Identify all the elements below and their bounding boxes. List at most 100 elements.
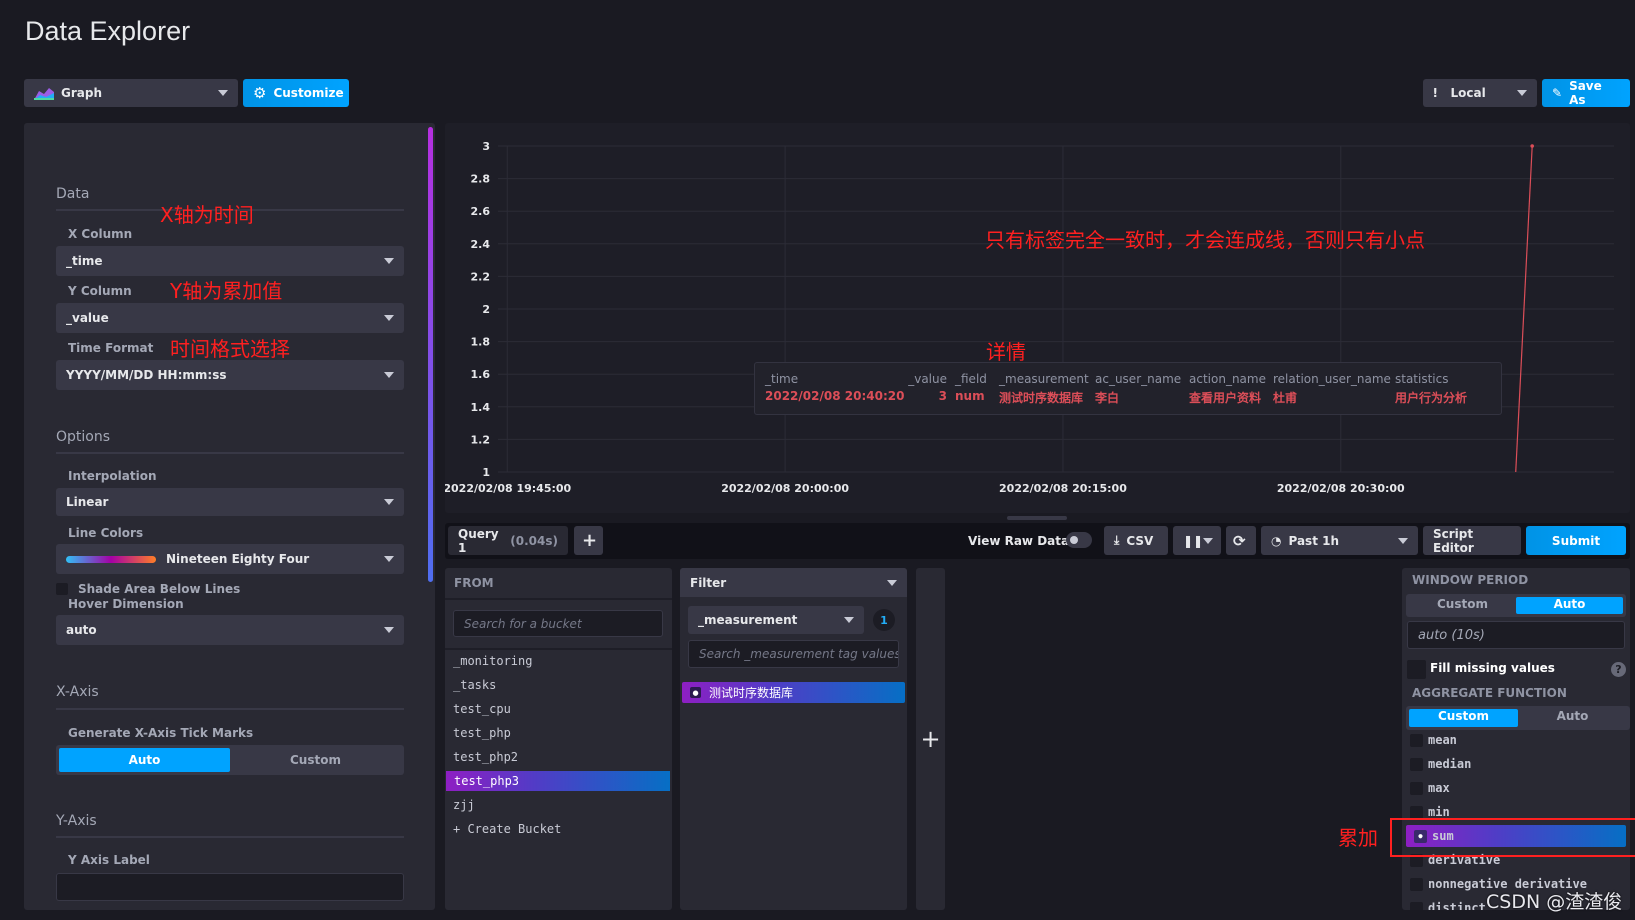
tooltip-header: _measurement (999, 372, 1089, 386)
window-period-input[interactable]: auto (10s) (1407, 621, 1625, 649)
timezone-dropdown[interactable]: ǃ Local (1423, 79, 1537, 107)
resize-handle[interactable] (1007, 516, 1067, 520)
time-range-label: Past 1h (1288, 533, 1340, 548)
refresh-button[interactable]: ⟳ (1226, 526, 1256, 555)
chevron-down-icon (384, 627, 394, 633)
bucket-item[interactable]: test_php (453, 726, 511, 740)
line-colors-dropdown[interactable]: Nineteen Eighty Four (56, 544, 404, 574)
plus-icon: + (920, 725, 941, 753)
annotation-line-note: 只有标签完全一致时，才会连成线，否则只有小点 (985, 228, 1425, 252)
tick-custom-button[interactable]: Custom (230, 748, 401, 772)
aggregate-function-item[interactable]: median (1402, 753, 1630, 775)
graph-panel: 1 1.2 1.4 1.6 1.8 2 2.2 2.4 2.6 2.8 3 2022/02/08 19… (445, 123, 1630, 520)
filter-type-dropdown[interactable]: Filter (680, 568, 907, 597)
view-type-dropdown[interactable]: Graph (24, 79, 238, 107)
y-tick-label: 1.4 (471, 401, 491, 414)
window-custom-button[interactable]: Custom (1409, 597, 1516, 614)
checkbox[interactable] (1410, 782, 1423, 795)
tooltip-column: _value 3 (905, 372, 955, 406)
watermark: CSDN @渣渣俊 (1486, 891, 1623, 913)
submit-button[interactable]: Submit (1526, 526, 1626, 555)
pause-button[interactable]: ❚❚ (1173, 526, 1221, 555)
checkbox[interactable] (1410, 878, 1423, 891)
aggregate-panel: WINDOW PERIOD Custom Auto auto (10s) Fil… (1402, 568, 1630, 910)
csv-label: CSV (1126, 533, 1154, 548)
aggregate-custom-button[interactable]: Custom (1409, 709, 1518, 727)
aggregate-auto-button[interactable]: Auto (1518, 709, 1627, 727)
tooltip-column: relation_user_name 杜甫 (1273, 372, 1395, 406)
x-axis-heading: X-Axis (56, 684, 99, 700)
pause-icon: ❚❚ (1183, 533, 1204, 548)
line-colors-value: Nineteen Eighty Four (166, 552, 310, 566)
chevron-down-icon (1203, 537, 1213, 544)
annotation-y-axis: Y轴为累加值 (170, 279, 283, 303)
highlight-box (1390, 818, 1635, 857)
script-editor-button[interactable]: Script Editor (1423, 526, 1521, 555)
x-tick-label: 2022/02/08 20:00:00 (721, 482, 849, 495)
tooltip-value: 2022/02/08 20:40:20 (765, 389, 905, 403)
customize-button[interactable]: ⚙ Customize (243, 79, 349, 107)
window-auto-button[interactable]: Auto (1516, 597, 1623, 614)
graph-icon (34, 88, 54, 100)
x-column-dropdown[interactable]: _time (56, 246, 404, 276)
time-format-dropdown[interactable]: YYYY/MM/DD HH:mm:ss (56, 360, 404, 390)
save-as-button[interactable]: ✎ Save As (1542, 79, 1630, 107)
checkbox[interactable] (1410, 734, 1423, 747)
tooltip-value: 用户行为分析 (1395, 391, 1468, 405)
aggregate-function-label: median (1428, 757, 1472, 771)
bucket-item[interactable]: test_php3 (446, 771, 670, 791)
bucket-item[interactable]: zjj (453, 798, 475, 812)
save-as-label: Save As (1569, 79, 1602, 107)
shade-checkbox[interactable] (56, 583, 68, 595)
csv-button[interactable]: ⤓ CSV (1104, 526, 1168, 555)
bucket-item[interactable]: test_php2 (453, 750, 518, 764)
tooltip-value: 杜甫 (1273, 391, 1298, 405)
time-format-value: YYYY/MM/DD HH:mm:ss (66, 368, 227, 382)
create-bucket-link[interactable]: + Create Bucket (453, 822, 561, 836)
bucket-item[interactable]: _monitoring (453, 654, 532, 668)
series-line (1515, 145, 1533, 472)
submit-label: Submit (1551, 533, 1601, 548)
scrollbar[interactable] (428, 127, 433, 582)
tooltip-value: 李白 (1095, 391, 1120, 405)
chevron-down-icon (1398, 537, 1408, 544)
query-tab[interactable]: Query 1 (0.04s) (448, 526, 568, 555)
aggregate-function-item[interactable]: mean (1402, 729, 1630, 751)
filter-key-dropdown[interactable]: _measurement (688, 606, 864, 634)
data-heading: Data (56, 186, 90, 202)
annotation-x-axis: X轴为时间 (160, 203, 254, 227)
checkbox[interactable] (1410, 902, 1423, 910)
aggregate-function-item[interactable]: max (1402, 777, 1630, 799)
hover-dimension-dropdown[interactable]: auto (56, 615, 404, 645)
fill-missing-checkbox[interactable] (1407, 660, 1426, 679)
checkbox-checked[interactable]: ● (690, 687, 701, 698)
help-icon[interactable]: ? (1611, 662, 1626, 677)
x-tick-label: 2022/02/08 20:15:00 (999, 482, 1127, 495)
script-editor-label: Script Editor (1433, 526, 1474, 555)
tooltip-column: statistics 用户行为分析 (1395, 372, 1485, 406)
refresh-icon: ⟳ (1233, 531, 1246, 550)
view-raw-toggle[interactable] (1066, 532, 1092, 548)
add-query-button[interactable]: + (574, 526, 603, 555)
tag-search-input[interactable]: Search _measurement tag values (688, 640, 899, 668)
tooltip-header: statistics (1395, 372, 1449, 386)
tick-auto-button[interactable]: Auto (59, 748, 230, 772)
checkbox[interactable] (1410, 758, 1423, 771)
y-tick-label: 1 (482, 466, 490, 479)
bucket-item[interactable]: _tasks (453, 678, 496, 692)
interpolation-dropdown[interactable]: Linear (56, 488, 404, 516)
shade-label: Shade Area Below Lines (78, 582, 241, 596)
bucket-item[interactable]: test_cpu (453, 702, 511, 716)
tooltip-column: _field num (955, 372, 999, 406)
hover-value: auto (66, 623, 97, 637)
y-column-dropdown[interactable]: _value (56, 303, 404, 333)
add-filter-button[interactable]: + (916, 568, 945, 910)
interpolation-value: Linear (66, 495, 109, 509)
line-chart[interactable]: 1 1.2 1.4 1.6 1.8 2 2.2 2.4 2.6 2.8 3 2022/02/08 19… (445, 123, 1630, 513)
time-range-dropdown[interactable]: ◔ Past 1h (1261, 526, 1418, 555)
tooltip-value: 查看用户资料 (1189, 391, 1262, 405)
y-axis-label-input[interactable] (56, 873, 404, 901)
tag-value-item[interactable]: ● 测试时序数据库 (682, 682, 905, 703)
bucket-search-input[interactable]: Search for a bucket (453, 610, 663, 637)
tooltip-header: _field (955, 372, 987, 386)
